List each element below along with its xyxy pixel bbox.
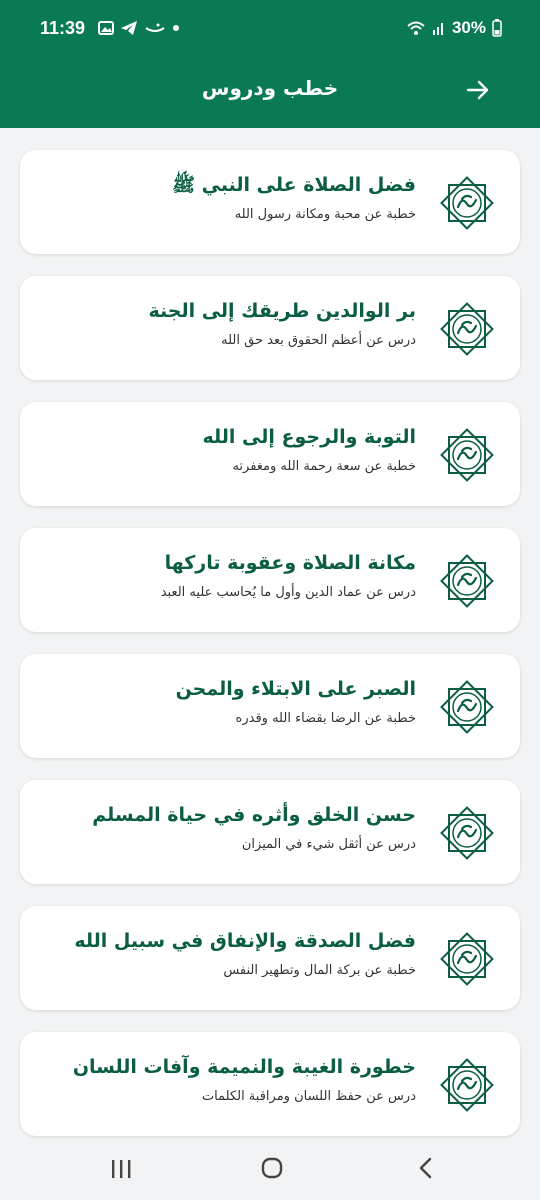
muhammad-calligraphy-icon (440, 932, 494, 986)
gallery-icon (98, 21, 114, 35)
item-subtitle: درس عن عماد الدين وأول ما يُحاسب عليه ال… (160, 585, 416, 600)
item-subtitle: خطبة عن الرضا بقضاء الله وقدره (235, 711, 416, 726)
status-notification-icons (98, 20, 180, 36)
app-bar: خطب ودروس (0, 60, 540, 128)
telegram-icon (121, 21, 137, 35)
muhammad-calligraphy-icon (440, 1058, 494, 1112)
system-nav-bar (0, 1140, 540, 1200)
system-back-button[interactable] (416, 1156, 434, 1180)
wifi-icon (407, 21, 425, 35)
list-item[interactable]: مكانة الصلاة وعقوبة تاركها درس عن عماد ا… (20, 528, 520, 632)
item-title: التوبة والرجوع إلى الله (202, 426, 416, 448)
lessons-list: فضل الصلاة على النبي ﷺ خطبة عن محبة ومكا… (20, 150, 520, 1158)
item-subtitle: خطبة عن بركة المال وتطهير النفس (223, 963, 416, 978)
muhammad-calligraphy-icon (440, 428, 494, 482)
signal-icon (432, 23, 443, 35)
dot-icon (173, 25, 179, 31)
item-title: حسن الخلق وأثره في حياة المسلم (92, 804, 416, 826)
back-button[interactable] (460, 72, 496, 108)
muhammad-calligraphy-icon (440, 302, 494, 356)
item-subtitle: خطبة عن سعة رحمة الله ومغفرته (232, 459, 416, 474)
list-item[interactable]: حسن الخلق وأثره في حياة المسلم درس عن أث… (20, 780, 520, 884)
item-title: فضل الصدقة والإنفاق في سبيل الله (74, 930, 416, 952)
item-subtitle: درس عن أثقل شيء في الميزان (241, 837, 416, 852)
list-item[interactable]: بر الوالدين طريقك إلى الجنة درس عن أعظم … (20, 276, 520, 380)
item-title: مكانة الصلاة وعقوبة تاركها (164, 552, 416, 574)
item-subtitle: درس عن حفظ اللسان ومراقبة الكلمات (201, 1089, 416, 1104)
status-time: 11:39 (40, 18, 86, 38)
muhammad-calligraphy-icon (440, 680, 494, 734)
item-subtitle: خطبة عن محبة ومكانة رسول الله (234, 207, 416, 222)
page-title: خطب ودروس (201, 76, 339, 100)
status-bar: 11:39 30% (0, 0, 540, 60)
list-item[interactable]: فضل الصدقة والإنفاق في سبيل الله خطبة عن… (20, 906, 520, 1010)
muhammad-calligraphy-icon (440, 176, 494, 230)
arrow-right-icon (466, 80, 489, 100)
muhammad-calligraphy-icon (440, 554, 494, 608)
list-item[interactable]: الصبر على الابتلاء والمحن خطبة عن الرضا … (20, 654, 520, 758)
home-button[interactable] (260, 1156, 284, 1180)
status-right: 30% (406, 18, 502, 38)
item-title: خطورة الغيبة والنميمة وآفات اللسان (72, 1056, 416, 1078)
list-item[interactable]: خطورة الغيبة والنميمة وآفات اللسان درس ع… (20, 1032, 520, 1136)
list-item[interactable]: فضل الصلاة على النبي ﷺ خطبة عن محبة ومكا… (20, 150, 520, 254)
battery-percent: 30% (451, 18, 486, 37)
item-title: فضل الصلاة على النبي ﷺ (172, 174, 416, 196)
battery-icon (492, 19, 502, 37)
notification-icon (145, 23, 165, 32)
list-item[interactable]: التوبة والرجوع إلى الله خطبة عن سعة رحمة… (20, 402, 520, 506)
item-title: الصبر على الابتلاء والمحن (175, 678, 416, 700)
muhammad-calligraphy-icon (440, 806, 494, 860)
recent-apps-button[interactable] (108, 1158, 134, 1180)
item-subtitle: درس عن أعظم الحقوق بعد حق الله (221, 333, 416, 348)
item-title: بر الوالدين طريقك إلى الجنة (148, 300, 416, 322)
